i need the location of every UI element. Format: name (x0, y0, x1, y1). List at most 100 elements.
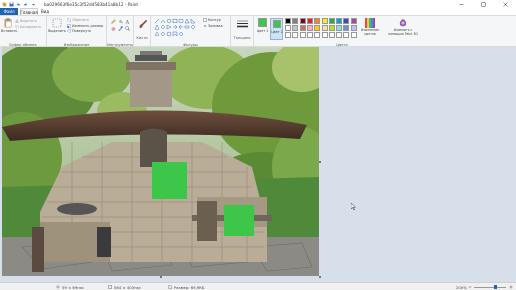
resize-label: Изменить размер (72, 23, 104, 28)
redo-icon[interactable] (23, 2, 28, 7)
outline-label: Контур (208, 18, 221, 22)
image-size-icon (108, 285, 112, 289)
size-group[interactable]: Толщина (231, 16, 254, 48)
canvas-resize-handle-right[interactable] (319, 161, 321, 163)
rotate-label: Повернуть (72, 29, 92, 33)
palette-swatch[interactable] (314, 25, 321, 31)
palette-swatch[interactable] (336, 18, 343, 24)
maximize-icon (481, 2, 485, 6)
maximize-button[interactable] (472, 0, 494, 8)
palette-swatch[interactable] (321, 32, 328, 38)
shapes-gallery[interactable] (154, 18, 198, 38)
copy-label: Копировать (20, 25, 42, 29)
rotate-button[interactable]: Повернуть (67, 29, 91, 33)
palette-swatch[interactable] (343, 32, 350, 38)
copy-button[interactable]: Копировать (15, 25, 41, 29)
drawing-canvas[interactable] (2, 47, 319, 276)
green-marker-rect-2 (224, 205, 254, 236)
zoom-text: 200% (456, 284, 467, 290)
crop-button[interactable]: Обрезать (67, 18, 89, 22)
zoom-slider-track[interactable] (474, 284, 506, 290)
svg-text:A: A (125, 19, 130, 24)
image-size-text: 564 × 403пкс (114, 284, 141, 290)
palette-swatch[interactable] (350, 32, 357, 38)
palette-swatch[interactable] (314, 18, 321, 24)
palette-swatch[interactable] (299, 18, 306, 24)
palette-swatch[interactable] (321, 18, 328, 24)
zoom-in-button[interactable] (509, 285, 513, 290)
customize-quick-access-icon[interactable] (31, 2, 36, 7)
text-tool-icon[interactable]: A (125, 19, 130, 24)
palette-swatch[interactable] (306, 18, 313, 24)
brushes-group[interactable]: Кисти (134, 16, 151, 48)
color1-button[interactable]: Цвет 1 (256, 18, 269, 40)
magnifier-icon[interactable] (125, 26, 130, 31)
palette-swatch[interactable] (314, 32, 321, 38)
palette-swatch[interactable] (336, 32, 343, 38)
palette-swatch[interactable] (306, 25, 313, 31)
paint3d-button[interactable]: Изменить с помощью Paint 3D (386, 18, 420, 40)
zoom-out-button[interactable] (468, 285, 472, 290)
eraser-icon[interactable] (111, 26, 116, 31)
color-picker-icon[interactable] (118, 26, 123, 31)
palette-swatch[interactable] (285, 18, 291, 24)
zoom-level: 200% (456, 285, 467, 290)
copy-icon (15, 25, 19, 29)
minimize-icon (459, 3, 463, 5)
canvas-resize-handle-corner[interactable] (319, 276, 321, 278)
fill-icon (203, 24, 207, 28)
undo-icon[interactable] (16, 2, 21, 7)
select-button[interactable]: Выделить (48, 18, 66, 38)
mouse-cursor-icon (351, 203, 356, 210)
palette-swatch[interactable] (343, 25, 350, 31)
palette-swatch[interactable] (292, 18, 299, 24)
resize-icon (67, 23, 71, 28)
color2-swatch (273, 19, 281, 28)
save-icon[interactable] (9, 2, 14, 7)
ribbon-tabs: Файл Главная Вид (0, 8, 516, 15)
palette-swatch[interactable] (292, 25, 299, 31)
pencil-icon[interactable] (111, 19, 116, 24)
tab-file[interactable]: Файл (0, 8, 18, 15)
edit-colors-label: Изменение цветов (360, 28, 380, 36)
palette-swatch[interactable] (299, 32, 306, 38)
tab-view[interactable]: Вид (38, 8, 52, 15)
palette-swatch[interactable] (299, 25, 306, 31)
palette-swatch[interactable] (292, 32, 299, 38)
palette-swatch[interactable] (343, 18, 350, 24)
workspace[interactable] (0, 47, 516, 282)
palette-swatch[interactable] (328, 25, 335, 31)
fill-bucket-icon[interactable] (118, 19, 123, 24)
rotate-icon (67, 29, 71, 33)
palette-swatch[interactable] (321, 25, 328, 31)
canvas-image (2, 47, 319, 276)
shape-fill-button[interactable]: Заливка (203, 24, 223, 28)
close-button[interactable] (494, 0, 516, 8)
minimize-button[interactable] (450, 0, 472, 8)
paste-button[interactable]: Вставить (1, 18, 18, 38)
shape-outline-button[interactable]: Контур (203, 18, 221, 22)
zoom-slider-thumb[interactable] (494, 284, 497, 290)
brush-icon (139, 19, 147, 29)
palette-swatch[interactable] (328, 32, 335, 38)
palette-swatch[interactable] (350, 25, 357, 31)
file-size: Размер: 69,9КБ (168, 285, 205, 290)
crop-label: Обрезать (72, 18, 89, 22)
color2-button[interactable]: Цвет 2 (270, 18, 283, 40)
clipboard-group: Вставить Вырезать Копировать Буфер обмен… (0, 16, 47, 48)
resize-button[interactable]: Изменить размер (67, 24, 103, 28)
canvas-resize-handle-bottom[interactable] (160, 276, 162, 278)
paste-label: Вставить (1, 29, 18, 33)
cut-button[interactable]: Вырезать (15, 19, 37, 23)
palette-swatch[interactable] (285, 32, 291, 38)
palette-swatch[interactable] (285, 25, 291, 31)
palette-swatch[interactable] (350, 18, 357, 24)
palette-swatch[interactable] (306, 32, 313, 38)
palette-swatch[interactable] (336, 25, 343, 31)
tab-home[interactable]: Главная (20, 8, 38, 15)
green-marker-rect-1 (152, 162, 187, 199)
palette-swatch[interactable] (328, 18, 335, 24)
close-icon (502, 1, 508, 7)
edit-colors-button[interactable]: Изменение цветов (360, 18, 380, 40)
ribbon: Вставить Вырезать Копировать Буфер обмен… (0, 15, 516, 48)
